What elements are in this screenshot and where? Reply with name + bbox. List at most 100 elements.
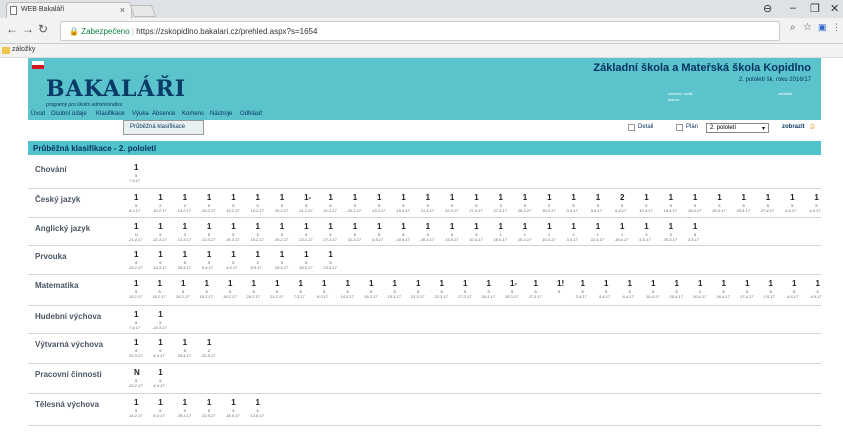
grade-mark[interactable]: 1 [256, 250, 260, 259]
submenu-prubezna-klasifikace[interactable]: Průběžná klasifikace [123, 120, 204, 135]
grade-mark[interactable]: 1 [499, 193, 503, 202]
grade-mark[interactable]: 1 [134, 279, 138, 288]
show-button[interactable]: zobrazit [782, 124, 805, 130]
grade-mark[interactable]: 1 [158, 250, 162, 259]
grade-mark[interactable]: 1 [487, 279, 491, 288]
grade-mark[interactable]: 2 [620, 193, 624, 202]
menu-icon[interactable]: ⋮ [832, 22, 841, 33]
grade-mark[interactable]: 1 [717, 193, 721, 202]
grade-mark[interactable]: 1 [158, 338, 162, 347]
grade-mark[interactable]: 1 [183, 398, 187, 407]
menu-klasifikace[interactable]: Klasifikace [96, 111, 125, 117]
grade-mark[interactable]: 1 [693, 222, 697, 231]
plan-checkbox[interactable] [676, 124, 683, 131]
grade-mark[interactable]: 1 [450, 222, 454, 231]
grade-mark[interactable]: 1 [353, 222, 357, 231]
grade-mark[interactable]: 1 [158, 398, 162, 407]
grade-mark[interactable]: 1 [158, 368, 162, 377]
close-window-icon[interactable]: ✕ [830, 2, 839, 15]
menu-osobni-udaje[interactable]: Osobní údaje [51, 111, 87, 117]
grade-mark[interactable]: 1 [304, 222, 308, 231]
grade-mark[interactable]: 1 [440, 279, 444, 288]
grade-mark[interactable]: 1 [698, 279, 702, 288]
grade-mark[interactable]: 1 [207, 338, 211, 347]
grade-mark[interactable]: 1 [134, 398, 138, 407]
grade-mark[interactable]: 1 [463, 279, 467, 288]
maximize-icon[interactable]: ❐ [810, 2, 820, 15]
grade-mark[interactable]: 1 [231, 193, 235, 202]
grade-mark[interactable]: 1 [158, 193, 162, 202]
grade-mark[interactable]: 1 [134, 250, 138, 259]
grade-mark[interactable]: 1 [299, 279, 303, 288]
grade-mark[interactable]: 1 [393, 279, 397, 288]
grade-mark[interactable]: 1 [769, 279, 773, 288]
grade-mark[interactable]: 1 [256, 193, 260, 202]
grade-mark[interactable]: 1 [183, 222, 187, 231]
grade-mark[interactable]: 1 [207, 222, 211, 231]
grade-mark[interactable]: 1 [181, 279, 185, 288]
grade-mark[interactable]: 1 [256, 222, 260, 231]
grade-mark[interactable]: 1 [401, 193, 405, 202]
grade-mark[interactable]: 1 [158, 279, 162, 288]
menu-nastroje[interactable]: Nástroje [210, 111, 232, 117]
grade-mark[interactable]: 1 [722, 279, 726, 288]
grade-mark[interactable]: 1 [280, 250, 284, 259]
grade-mark[interactable]: 1 [353, 193, 357, 202]
grade-mark[interactable]: 1 [745, 279, 749, 288]
grade-mark[interactable]: 1 [134, 338, 138, 347]
grade-mark[interactable]: 1 [328, 193, 332, 202]
grade-mark[interactable]: 1 [416, 279, 420, 288]
account-icon[interactable]: ⊖ [763, 2, 772, 15]
bookmark-star-icon[interactable]: ☆ [803, 22, 812, 33]
grade-mark[interactable]: 1 [426, 222, 430, 231]
grade-mark[interactable]: 1 [134, 163, 138, 172]
grade-mark[interactable]: 1 [426, 193, 430, 202]
grade-mark[interactable]: 1 [693, 193, 697, 202]
grade-mark[interactable]: 1 [675, 279, 679, 288]
zoom-icon[interactable]: ⌕ [790, 22, 796, 33]
grade-mark[interactable]: 1 [571, 222, 575, 231]
grade-mark[interactable]: 1 [252, 279, 256, 288]
browser-tab[interactable]: WEB Bakaláři × [6, 2, 132, 18]
grade-mark[interactable]: 1 [651, 279, 655, 288]
grade-mark[interactable]: 1 [304, 250, 308, 259]
grade-mark[interactable]: 1 [183, 338, 187, 347]
grade-mark[interactable]: 1 [207, 250, 211, 259]
grade-mark[interactable]: 1 [231, 250, 235, 259]
period-select[interactable]: 2. pololetí ▾ [706, 123, 769, 133]
menu-komens[interactable]: Komens [182, 111, 204, 117]
grade-mark[interactable]: 1- [510, 279, 517, 288]
grade-mark[interactable]: 1 [275, 279, 279, 288]
url-field[interactable]: 🔒 Zabezpečeno | https://zskopidlno.bakal… [60, 21, 780, 41]
grade-mark[interactable]: 1 [228, 279, 232, 288]
grade-mark[interactable]: 1 [231, 398, 235, 407]
grade-mark[interactable]: 1 [256, 398, 260, 407]
grade-mark[interactable]: 1 [669, 193, 673, 202]
menu-vyuka[interactable]: Výuka [132, 111, 149, 117]
grade-mark[interactable]: 1 [377, 193, 381, 202]
grade-mark[interactable]: 1 [474, 222, 478, 231]
grade-mark[interactable]: 1 [571, 193, 575, 202]
grade-mark[interactable]: 1 [814, 193, 818, 202]
grade-mark[interactable]: 1 [790, 193, 794, 202]
back-icon[interactable]: ← [6, 22, 18, 36]
grade-mark[interactable]: 1 [523, 222, 527, 231]
grade-mark[interactable]: 1 [205, 279, 209, 288]
grade-mark[interactable]: 1 [499, 222, 503, 231]
grade-mark[interactable]: 1 [669, 222, 673, 231]
grade-mark[interactable]: 1 [207, 398, 211, 407]
extension-icon[interactable]: ▣ [818, 22, 827, 33]
logo[interactable]: BAKALÁŘI [46, 76, 186, 102]
grade-mark[interactable]: 1 [328, 222, 332, 231]
menu-uvod[interactable]: Úvod [31, 111, 45, 117]
grade-mark[interactable]: 1 [792, 279, 796, 288]
grade-mark[interactable]: 1 [369, 279, 373, 288]
menu-absence[interactable]: Absence [152, 111, 175, 117]
detail-checkbox[interactable] [628, 124, 635, 131]
grade-mark[interactable]: 1 [377, 222, 381, 231]
grade-mark[interactable]: 1 [644, 222, 648, 231]
grade-mark[interactable]: 1 [596, 193, 600, 202]
grade-mark[interactable]: 1 [547, 222, 551, 231]
grade-mark[interactable]: 1 [620, 222, 624, 231]
bookmarks-folder[interactable]: záložky [12, 46, 35, 53]
